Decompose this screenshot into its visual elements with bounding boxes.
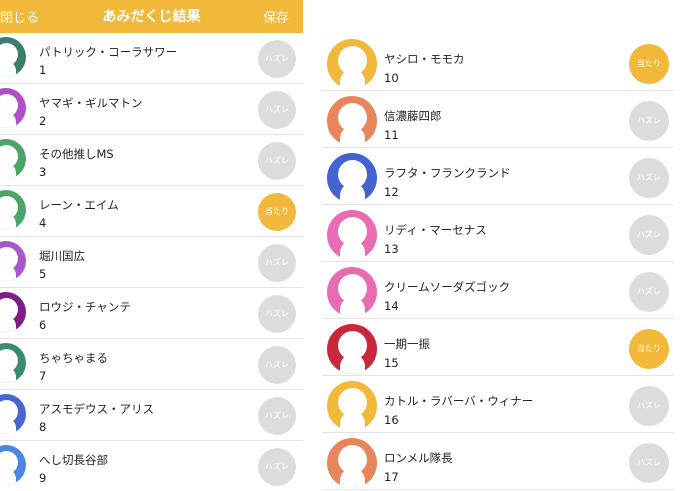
result-row: パトリック・コーラサワー 1 ハズレ (0, 33, 303, 84)
left-screen: 閉じる あみだくじ結果 保存 パトリック・コーラサワー 1 ハズレ ヤマギ・ギルマトン… (0, 0, 303, 491)
avatar-icon (327, 39, 377, 89)
avatar-icon (0, 139, 26, 179)
member-number: 4 (39, 216, 47, 230)
page-title: あみだくじ結果 (102, 9, 201, 25)
member-name: その他推しMS (39, 147, 114, 161)
member-name: リディ・マーセナス (384, 223, 487, 237)
member-name: 一期一振 (384, 337, 430, 351)
result-row: 堀川国広 5 ハズレ (0, 237, 303, 288)
avatar-icon (0, 190, 26, 230)
member-name: 堀川国広 (39, 249, 85, 263)
miss-badge[interactable]: ハズレ (629, 215, 669, 255)
member-number: 8 (39, 420, 47, 434)
avatar-icon (0, 292, 26, 332)
miss-badge[interactable]: ハズレ (258, 40, 296, 78)
hit-badge[interactable]: 当たり (258, 193, 296, 231)
member-number: 14 (384, 299, 399, 313)
avatar-icon (327, 324, 377, 374)
result-row: レーン・エイム 4 当たり (0, 186, 303, 237)
member-number: 3 (39, 165, 47, 179)
result-row: ラフタ・フランクランド 12 ハズレ (322, 148, 674, 205)
result-row: へし切長谷部 9 ハズレ (0, 441, 303, 491)
result-row: ロウジ・チャンテ 6 ハズレ (0, 288, 303, 339)
member-number: 12 (384, 185, 399, 199)
member-number: 1 (39, 63, 47, 77)
avatar-icon (327, 381, 377, 431)
avatar-icon (0, 343, 26, 383)
member-name: ロウジ・チャンテ (39, 300, 131, 314)
member-name: ヤシロ・モモカ (384, 52, 465, 66)
member-number: 2 (39, 114, 47, 128)
result-row: その他推しMS 3 ハズレ (0, 135, 303, 186)
save-button[interactable]: 保存 (263, 7, 289, 26)
member-name: レーン・エイム (39, 198, 119, 212)
right-screen: ヤシロ・モモカ 10 当たり 信濃藤四郎 11 ハズレ ラフタ・フランクランド 12 ハズレ リデ… (322, 0, 680, 491)
member-name: ちゃちゃまる (39, 351, 108, 365)
miss-badge[interactable]: ハズレ (629, 101, 669, 141)
hit-badge[interactable]: 当たり (629, 44, 669, 84)
member-name: クリームソーダズゴック (384, 280, 511, 294)
member-name: ヤマギ・ギルマトン (39, 96, 143, 110)
avatar-icon (327, 267, 377, 317)
avatar-icon (0, 394, 26, 434)
member-number: 5 (39, 267, 47, 281)
result-row: アスモデウス・アリス 8 ハズレ (0, 390, 303, 441)
result-row: 信濃藤四郎 11 ハズレ (322, 91, 674, 148)
miss-badge[interactable]: ハズレ (629, 158, 669, 198)
member-name: 信濃藤四郎 (384, 109, 442, 123)
avatar-icon (0, 37, 26, 77)
member-name: アスモデウス・アリス (39, 402, 154, 416)
result-row: ヤシロ・モモカ 10 当たり (322, 34, 674, 91)
hit-badge[interactable]: 当たり (629, 329, 669, 369)
avatar-icon (327, 210, 377, 260)
miss-badge[interactable]: ハズレ (258, 142, 296, 180)
member-name: ロンメル隊長 (384, 451, 453, 465)
member-number: 9 (39, 471, 47, 485)
member-number: 10 (384, 71, 399, 85)
miss-badge[interactable]: ハズレ (629, 272, 669, 312)
navigation-bar: 閉じる あみだくじ結果 保存 (0, 0, 303, 33)
member-number: 11 (384, 128, 399, 142)
result-row: クリームソーダズゴック 14 ハズレ (322, 262, 674, 319)
miss-badge[interactable]: ハズレ (629, 386, 669, 426)
member-number: 17 (384, 470, 399, 484)
miss-badge[interactable]: ハズレ (629, 443, 669, 483)
miss-badge[interactable]: ハズレ (258, 397, 296, 435)
result-row: ヤマギ・ギルマトン 2 ハズレ (0, 84, 303, 135)
avatar-icon (0, 241, 26, 281)
avatar-icon (327, 153, 377, 203)
member-number: 7 (39, 369, 47, 383)
avatar-icon (0, 445, 26, 485)
member-name: パトリック・コーラサワー (39, 45, 178, 59)
miss-badge[interactable]: ハズレ (258, 448, 296, 486)
member-number: 16 (384, 413, 399, 427)
avatar-icon (327, 96, 377, 146)
result-row: ロンメル隊長 17 ハズレ (322, 433, 674, 490)
member-name: へし切長谷部 (39, 453, 108, 467)
miss-badge[interactable]: ハズレ (258, 346, 296, 384)
avatar-icon (327, 438, 377, 488)
member-number: 15 (384, 356, 399, 370)
member-number: 6 (39, 318, 47, 332)
member-name: カトル・ラバーバ・ウィナー (384, 394, 534, 408)
member-number: 13 (384, 242, 399, 256)
miss-badge[interactable]: ハズレ (258, 295, 296, 333)
miss-badge[interactable]: ハズレ (258, 91, 296, 129)
member-name: ラフタ・フランクランド (384, 166, 511, 180)
avatar-icon (0, 88, 26, 128)
result-row: カトル・ラバーバ・ウィナー 16 ハズレ (322, 376, 674, 433)
result-row: ちゃちゃまる 7 ハズレ (0, 339, 303, 390)
result-row: 一期一振 15 当たり (322, 319, 674, 376)
result-row: リディ・マーセナス 13 ハズレ (322, 205, 674, 262)
miss-badge[interactable]: ハズレ (258, 244, 296, 282)
